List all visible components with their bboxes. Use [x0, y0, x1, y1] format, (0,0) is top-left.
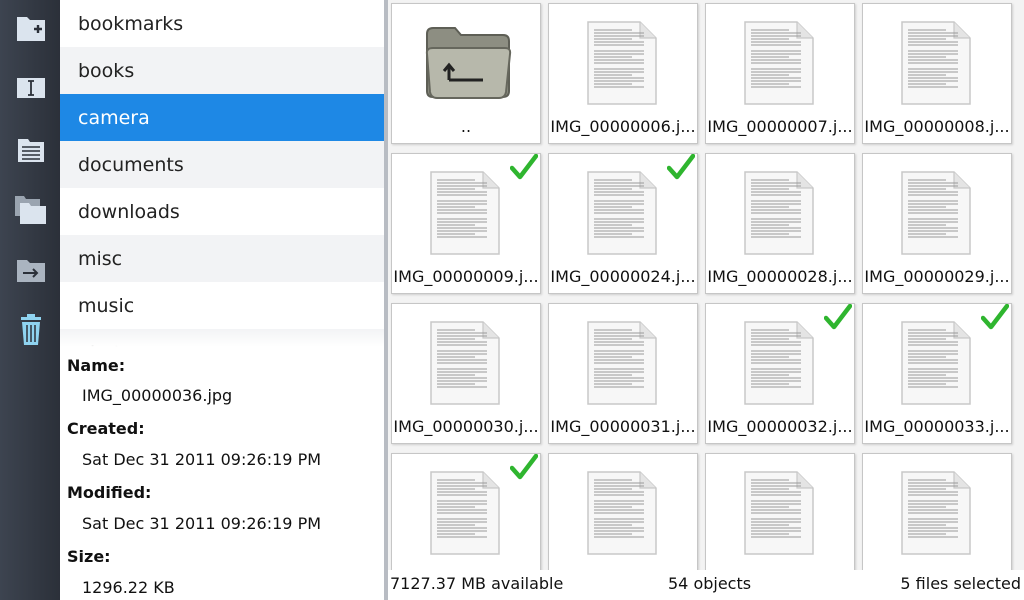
checkmark-icon [510, 454, 538, 480]
file-tile[interactable]: IMG_00000007.j... [705, 3, 855, 144]
parent-folder-icon [425, 27, 512, 99]
file-name: IMG_00000029.j... [864, 267, 1010, 286]
file-name: .. [460, 117, 472, 136]
selection-count: 5 files selected [900, 574, 1021, 593]
folder-item-label: music [78, 294, 135, 317]
folder-item-bookmarks[interactable]: bookmarks [60, 0, 387, 47]
file-tile[interactable]: IMG_00000038.j... [705, 453, 855, 570]
document-icon [744, 321, 814, 405]
object-count: 54 objects [668, 574, 752, 593]
file-name: IMG_00000032.j... [707, 417, 853, 436]
folder-item-books[interactable]: books [60, 47, 387, 94]
checkmark-icon [981, 304, 1009, 330]
document-icon [587, 471, 657, 555]
file-details-panel: Name: IMG_00000036.jpg Created: Sat Dec … [60, 350, 387, 600]
folder-item-documents[interactable]: documents [60, 141, 387, 188]
size-label: Size: [67, 547, 111, 566]
folder-item-label: documents [78, 153, 184, 176]
file-name: IMG_00000033.j... [864, 417, 1010, 436]
trash-icon[interactable] [13, 312, 49, 348]
folder-item-label: downloads [78, 200, 180, 223]
file-name: IMG_00000028.j... [707, 267, 853, 286]
file-grid: .. IMG_00000006.j... IMG_00000007.j... I… [388, 0, 1024, 570]
move-icon[interactable] [13, 252, 49, 288]
folder-item-music[interactable]: music [60, 282, 387, 329]
folder-item-downloads[interactable]: downloads [60, 188, 387, 235]
file-tile[interactable]: IMG_00000029.j... [862, 153, 1012, 294]
checkmark-icon [824, 304, 852, 330]
file-tile[interactable]: IMG_00000024.j... [548, 153, 698, 294]
document-icon [430, 171, 500, 255]
document-icon [901, 21, 971, 105]
document-icon [744, 21, 814, 105]
folder-item-label: bookmarks [78, 12, 184, 35]
folder-item-label: misc [78, 247, 123, 270]
document-icon [901, 471, 971, 555]
modified-label: Modified: [67, 483, 152, 502]
document-icon [587, 21, 657, 105]
copy-icon[interactable] [13, 192, 49, 228]
folder-item-photos[interactable]: photos [60, 329, 387, 350]
document-icon [901, 321, 971, 405]
name-label: Name: [67, 356, 126, 375]
document-icon [744, 471, 814, 555]
file-tile[interactable]: IMG_00000028.j... [705, 153, 855, 294]
file-tile[interactable]: IMG_00000055.j... [862, 453, 1012, 570]
document-icon [901, 171, 971, 255]
folder-item-misc[interactable]: misc [60, 235, 387, 282]
file-tile[interactable]: IMG_00000008.j... [862, 3, 1012, 144]
file-name: IMG_00000008.j... [864, 117, 1010, 136]
file-tile[interactable]: IMG_00000031.j... [548, 303, 698, 444]
name-value: IMG_00000036.jpg [82, 386, 233, 405]
folder-item-label: camera [78, 106, 150, 129]
document-icon [587, 171, 657, 255]
document-icon [430, 321, 500, 405]
folder-list: bookmarks books camera documents downloads mi… [60, 0, 387, 350]
document-icon [744, 171, 814, 255]
new-folder-icon[interactable] [13, 10, 49, 46]
size-value: 1296.22 KB [82, 578, 175, 597]
parent-folder-tile[interactable]: .. [391, 3, 541, 144]
status-bar: 7127.37 MB available 54 objects 5 files … [388, 570, 1024, 600]
document-icon [430, 471, 500, 555]
file-tile[interactable]: IMG_00000030.j... [391, 303, 541, 444]
created-value: Sat Dec 31 2011 09:26:19 PM [82, 450, 322, 469]
document-icon [587, 321, 657, 405]
folder-item-label: books [78, 59, 135, 82]
file-name: IMG_00000009.j... [393, 267, 539, 286]
file-tile[interactable]: IMG_00000009.j... [391, 153, 541, 294]
rename-icon[interactable] [13, 70, 49, 106]
file-tile[interactable]: IMG_00000006.j... [548, 3, 698, 144]
file-name: IMG_00000031.j... [550, 417, 696, 436]
folder-item-label: photos [78, 342, 143, 351]
file-tile[interactable]: IMG_00000036.j... [391, 453, 541, 570]
file-name: IMG_00000024.j... [550, 267, 696, 286]
file-name: IMG_00000007.j... [707, 117, 853, 136]
file-name: IMG_00000006.j... [550, 117, 696, 136]
action-toolbar [0, 0, 60, 600]
modified-value: Sat Dec 31 2011 09:26:19 PM [82, 514, 322, 533]
file-tile[interactable]: IMG_00000032.j... [705, 303, 855, 444]
created-label: Created: [67, 419, 145, 438]
file-name: IMG_00000030.j... [393, 417, 539, 436]
folder-item-camera[interactable]: camera [60, 94, 387, 141]
paste-icon[interactable] [13, 132, 49, 168]
file-tile[interactable]: IMG_00000037.j... [548, 453, 698, 570]
checkmark-icon [667, 154, 695, 180]
available-space: 7127.37 MB available [390, 574, 564, 593]
checkmark-icon [510, 154, 538, 180]
file-tile[interactable]: IMG_00000033.j... [862, 303, 1012, 444]
